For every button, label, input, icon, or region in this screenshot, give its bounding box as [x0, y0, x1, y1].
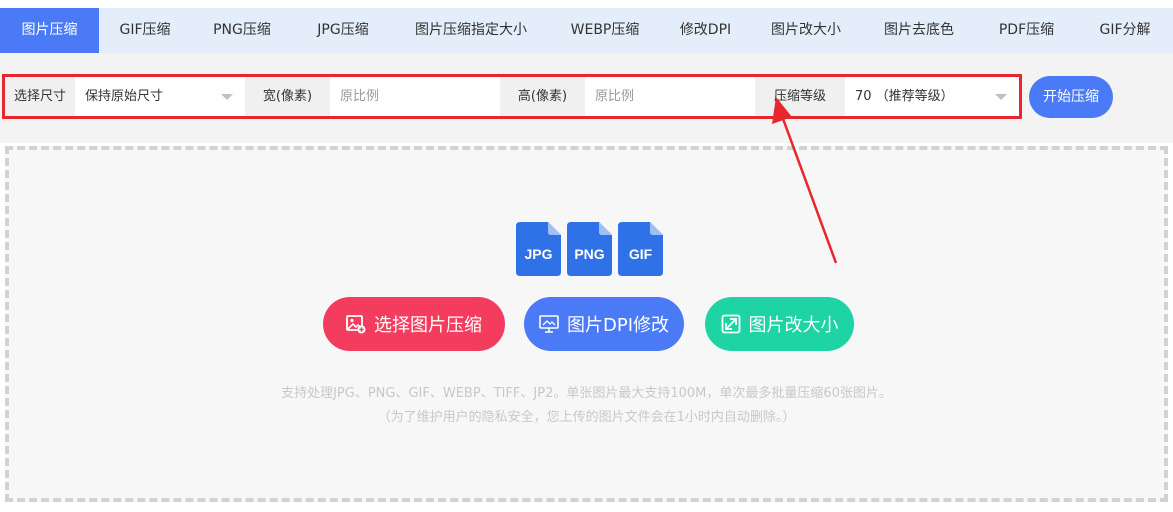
tab-gif-split[interactable]: GIF分解 [1077, 8, 1173, 53]
height-label: 高(像素) [517, 89, 568, 104]
gif-file-icon: GIF [618, 222, 663, 276]
png-file-label: PNG [574, 246, 605, 262]
width-input[interactable]: 原比例 [330, 77, 500, 116]
gif-file-label: GIF [628, 246, 653, 262]
start-compress-button[interactable]: 开始压缩 [1029, 76, 1113, 118]
level-label: 压缩等级 [773, 89, 826, 104]
tab-image-compress[interactable]: 图片压缩 [0, 8, 99, 53]
chevron-down-icon [995, 94, 1007, 100]
supported-formats-text: 支持处理JPG、PNG、GIF、WEBP、TIFF、JP2。单张图片最大支持10… [281, 386, 892, 401]
tab-jpg-compress[interactable]: JPG压缩 [293, 8, 393, 53]
select-image-compress-label: 选择图片压缩 [374, 315, 482, 336]
image-resize-label: 图片改大小 [748, 315, 839, 336]
png-file-icon: PNG [567, 222, 612, 276]
monitor-icon [539, 315, 559, 333]
chevron-down-icon [221, 94, 233, 100]
level-select[interactable]: 70 （推荐等级） [845, 77, 1019, 116]
upload-drop-zone[interactable]: JPG PNG GIF 选择图片压缩 图片DPI修改 图片改大小 支持处理JPG… [5, 146, 1168, 502]
image-dpi-modify-button[interactable]: 图片DPI修改 [524, 297, 684, 351]
level-select-value: 70 （推荐等级） [855, 89, 954, 104]
size-select-value: 保持原始尺寸 [85, 89, 164, 104]
jpg-file-label: JPG [524, 246, 553, 262]
jpg-file-icon: JPG [516, 222, 561, 276]
image-add-icon [346, 315, 366, 334]
image-resize-button[interactable]: 图片改大小 [705, 297, 854, 351]
size-select[interactable]: 保持原始尺寸 [75, 77, 245, 116]
tab-modify-dpi[interactable]: 修改DPI [661, 8, 750, 53]
size-label: 选择尺寸 [13, 89, 66, 104]
tab-png-compress[interactable]: PNG压缩 [191, 8, 293, 53]
tab-remove-background[interactable]: 图片去底色 [862, 8, 976, 53]
select-image-compress-button[interactable]: 选择图片压缩 [323, 297, 505, 351]
height-input[interactable]: 原比例 [585, 77, 755, 116]
image-dpi-modify-label: 图片DPI修改 [566, 315, 670, 336]
tab-bar: 图片压缩 GIF压缩 PNG压缩 JPG压缩 图片压缩指定大小 WEBP压缩 修… [0, 8, 1173, 53]
compress-options-row: 选择尺寸 保持原始尺寸 宽(像素) 原比例 高(像素) 原比例 压缩等级 70 … [2, 74, 1022, 119]
tab-webp-compress[interactable]: WEBP压缩 [549, 8, 661, 53]
privacy-notice-text: （为了维护用户的隐私安全，您上传的图片文件会在1小时内自动删除。） [377, 410, 796, 425]
file-type-icons: JPG PNG GIF [516, 222, 663, 276]
resize-icon [721, 314, 740, 334]
tab-resize-image[interactable]: 图片改大小 [750, 8, 862, 53]
tab-gif-compress[interactable]: GIF压缩 [99, 8, 191, 53]
tab-compress-to-size[interactable]: 图片压缩指定大小 [393, 8, 549, 53]
width-label: 宽(像素) [262, 89, 313, 104]
tab-pdf-compress[interactable]: PDF压缩 [976, 8, 1077, 53]
